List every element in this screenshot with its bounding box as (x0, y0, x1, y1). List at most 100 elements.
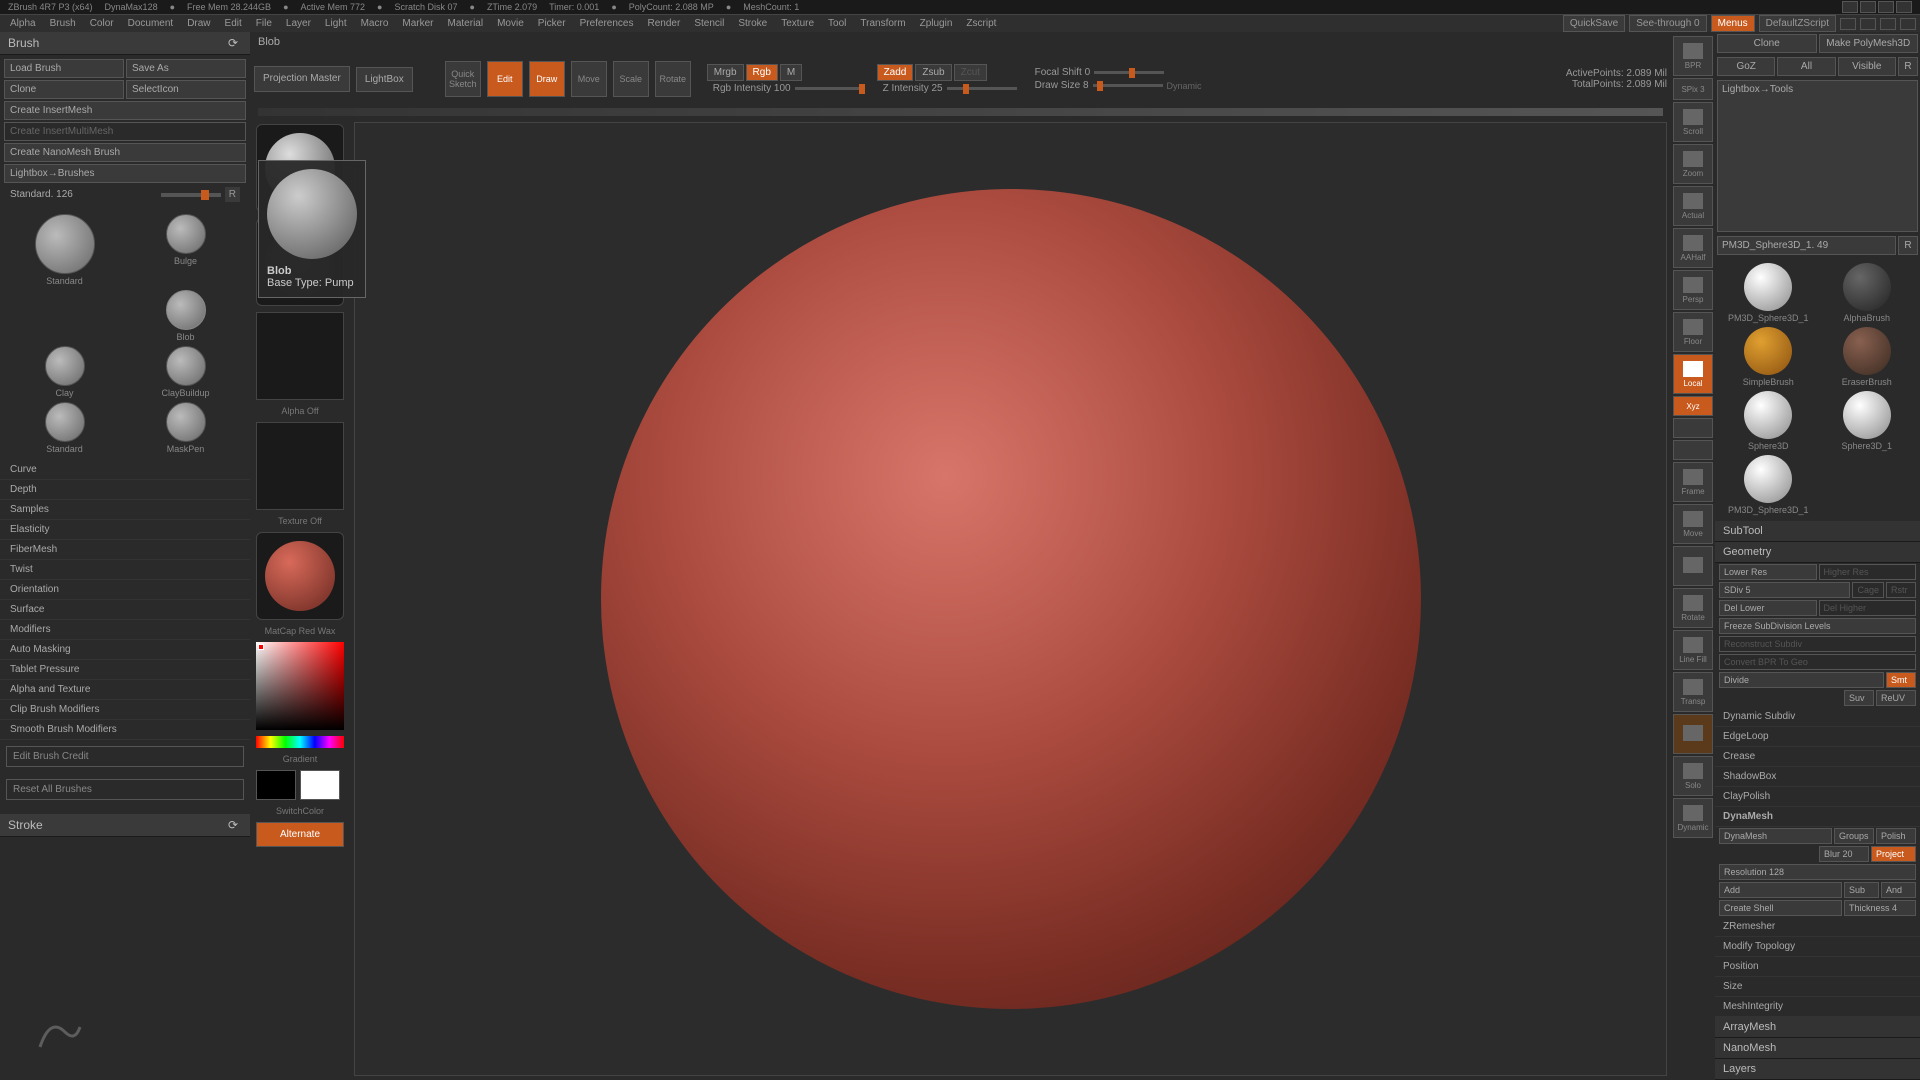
strip-rotate[interactable]: Rotate (1673, 588, 1713, 628)
drawsize-slider[interactable] (1093, 84, 1163, 87)
menu-draw[interactable]: Draw (181, 16, 216, 31)
menu-movie[interactable]: Movie (491, 16, 530, 31)
section-orientation[interactable]: Orientation (0, 580, 250, 600)
gradient-label[interactable]: Gradient (256, 754, 344, 764)
cage-button[interactable]: Cage (1852, 582, 1884, 598)
layout-icon-1[interactable] (1840, 18, 1856, 30)
rotate-button[interactable]: Rotate (655, 61, 691, 97)
rp-makepolymesh-button[interactable]: Make PolyMesh3D (1819, 34, 1919, 53)
strip-spacer3[interactable] (1673, 546, 1713, 586)
strip-spix[interactable]: SPix 3 (1673, 78, 1713, 100)
sub-button[interactable]: Sub (1844, 882, 1879, 898)
r-label[interactable]: R (225, 187, 240, 202)
divide-button[interactable]: Divide (1719, 672, 1884, 688)
section-elasticity[interactable]: Elasticity (0, 520, 250, 540)
convertbpr-button[interactable]: Convert BPR To Geo (1719, 654, 1916, 670)
rp-clone-button[interactable]: Clone (1717, 34, 1817, 53)
section-tabletpressure[interactable]: Tablet Pressure (0, 660, 250, 680)
switchcolor-button[interactable]: SwitchColor (256, 806, 344, 816)
position-section[interactable]: Position (1715, 957, 1920, 977)
project-button[interactable]: Project (1871, 846, 1916, 862)
strip-actual[interactable]: Actual (1673, 186, 1713, 226)
section-curve[interactable]: Curve (0, 460, 250, 480)
focalshift-slider[interactable] (1094, 71, 1164, 74)
close-icon[interactable] (1896, 1, 1912, 13)
brush-blob[interactable]: Blob (127, 290, 244, 342)
max-icon[interactable] (1860, 1, 1876, 13)
strip-floor[interactable]: Floor (1673, 312, 1713, 352)
strip-spacer1[interactable] (1673, 418, 1713, 438)
reuv-button[interactable]: ReUV (1876, 690, 1916, 706)
rp-lightbox-tools-button[interactable]: Lightbox→Tools (1717, 80, 1918, 232)
menu-zplugin[interactable]: Zplugin (914, 16, 959, 31)
rp-r2-button[interactable]: R (1898, 236, 1918, 255)
strip-solo[interactable]: Solo (1673, 756, 1713, 796)
clone-button[interactable]: Clone (4, 80, 124, 99)
zintensity-slider[interactable] (947, 87, 1017, 90)
higherres-button[interactable]: Higher Res (1819, 564, 1917, 580)
menu-texture[interactable]: Texture (775, 16, 820, 31)
zsub-button[interactable]: Zsub (915, 64, 951, 81)
shadowbox-section[interactable]: ShadowBox (1715, 767, 1920, 787)
section-samples[interactable]: Samples (0, 500, 250, 520)
arraymesh-header[interactable]: ArrayMesh (1715, 1017, 1920, 1038)
section-fibermesh[interactable]: FiberMesh (0, 540, 250, 560)
section-smoothbrush[interactable]: Smooth Brush Modifiers (0, 720, 250, 740)
mrgb-button[interactable]: Mrgb (707, 64, 744, 81)
dynamic-label[interactable]: Dynamic (1167, 81, 1202, 91)
swatch-black[interactable] (256, 770, 296, 800)
section-modifiers[interactable]: Modifiers (0, 620, 250, 640)
rp-all-button[interactable]: All (1777, 57, 1835, 76)
dynamesh-section[interactable]: DynaMesh (1715, 807, 1920, 827)
freezesub-button[interactable]: Freeze SubDivision Levels (1719, 618, 1916, 634)
alpha-preview[interactable] (256, 312, 344, 400)
menu-color[interactable]: Color (84, 16, 120, 31)
size-section[interactable]: Size (1715, 977, 1920, 997)
brush-standard[interactable]: Standard (6, 214, 123, 286)
strip-local[interactable]: Local (1673, 354, 1713, 394)
min-icon[interactable] (1842, 1, 1858, 13)
rp-toolname[interactable]: PM3D_Sphere3D_1. 49 (1717, 236, 1896, 255)
lightbox-brushes-button[interactable]: Lightbox→Brushes (4, 164, 246, 183)
brush-panel-header[interactable]: Brush ⟳ (0, 32, 250, 55)
strip-transp[interactable]: Transp (1673, 672, 1713, 712)
reconstruct-button[interactable]: Reconstruct Subdiv (1719, 636, 1916, 652)
tool-pm3d[interactable]: PM3D_Sphere3D_1 (1721, 263, 1816, 323)
strip-ghost[interactable] (1673, 714, 1713, 754)
tool-pm3d2[interactable]: PM3D_Sphere3D_1 (1721, 455, 1816, 515)
strip-spacer2[interactable] (1673, 440, 1713, 460)
suv-button[interactable]: Suv (1844, 690, 1874, 706)
smt-button[interactable]: Smt (1886, 672, 1916, 688)
section-automasking[interactable]: Auto Masking (0, 640, 250, 660)
seethrough-slider[interactable]: See-through 0 (1629, 15, 1706, 32)
rgb-button[interactable]: Rgb (746, 64, 778, 81)
quicksave-button[interactable]: QuickSave (1563, 15, 1625, 32)
menu-stencil[interactable]: Stencil (688, 16, 730, 31)
brush-bulge[interactable]: Bulge (127, 214, 244, 286)
menu-alpha[interactable]: Alpha (4, 16, 42, 31)
stroke-panel-header[interactable]: Stroke ⟳ (0, 814, 250, 837)
m-button[interactable]: M (780, 64, 802, 81)
refresh-icon[interactable]: ⟳ (228, 36, 242, 50)
nanomesh-header[interactable]: NanoMesh (1715, 1038, 1920, 1059)
polish-button[interactable]: Polish (1876, 828, 1916, 844)
zcut-button[interactable]: Zcut (954, 64, 987, 81)
menu-file[interactable]: File (250, 16, 278, 31)
rp-visible-button[interactable]: Visible (1838, 57, 1896, 76)
strip-aahalf[interactable]: AAHalf (1673, 228, 1713, 268)
modifytopo-section[interactable]: Modify Topology (1715, 937, 1920, 957)
menu-brush[interactable]: Brush (44, 16, 82, 31)
rp-r-button[interactable]: R (1898, 57, 1918, 76)
rgb-intensity-slider[interactable] (795, 87, 865, 90)
create-insertmesh-button[interactable]: Create InsertMesh (4, 101, 246, 120)
viewport[interactable] (354, 122, 1667, 1076)
rp-goz-button[interactable]: GoZ (1717, 57, 1775, 76)
section-surface[interactable]: Surface (0, 600, 250, 620)
swatch-white[interactable] (300, 770, 340, 800)
material-preview[interactable] (256, 532, 344, 620)
menu-material[interactable]: Material (442, 16, 490, 31)
createshell-button[interactable]: Create Shell (1719, 900, 1842, 916)
zremesher-section[interactable]: ZRemesher (1715, 917, 1920, 937)
hue-strip[interactable] (256, 736, 344, 748)
defaultscript-button[interactable]: DefaultZScript (1759, 15, 1836, 32)
